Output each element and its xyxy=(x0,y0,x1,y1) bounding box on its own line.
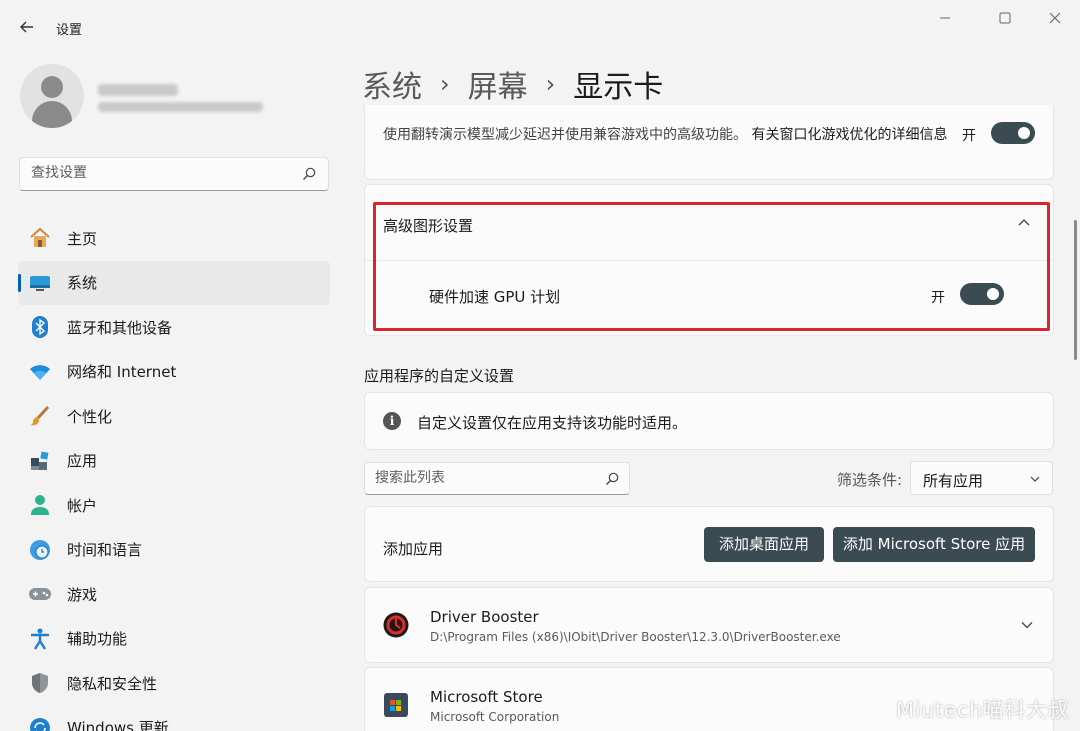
clock-globe-icon xyxy=(28,538,52,562)
sidebar-item-label: 个性化 xyxy=(67,407,113,426)
bluetooth-icon xyxy=(28,315,52,339)
back-button[interactable] xyxy=(14,14,40,40)
scrollbar[interactable] xyxy=(1074,220,1077,360)
breadcrumb-separator: › xyxy=(545,70,556,98)
maximize-button[interactable] xyxy=(990,10,1020,30)
info-icon: i xyxy=(383,412,401,430)
sidebar-item-bluetooth[interactable]: 蓝牙和其他设备 xyxy=(18,305,330,350)
windowed-game-optimization-card: 使用翻转演示模型减少延迟并使用兼容游戏中的高级功能。 有关窗口化游戏优化的详细信… xyxy=(364,105,1054,180)
app-list-search-input[interactable] xyxy=(375,470,595,486)
wifi-icon xyxy=(28,360,52,384)
avatar[interactable] xyxy=(20,64,84,128)
blurred-username xyxy=(98,84,178,96)
sidebar-item-label: 系统 xyxy=(67,274,98,293)
app-list-search[interactable] xyxy=(364,462,630,495)
breadcrumb-separator: › xyxy=(440,70,450,98)
gamepad-icon xyxy=(28,582,52,606)
sidebar-item-gaming[interactable]: 游戏 xyxy=(18,572,330,617)
watermark: Miutech喵科大叔 xyxy=(896,698,1069,722)
breadcrumb-item-display[interactable]: 屏幕 xyxy=(468,62,528,106)
title-bar: 设置 xyxy=(0,0,1080,50)
sidebar-nav: 主页 系统 蓝牙和其他设备 网络和 Internet 个性化 应用 帐户 时间和… xyxy=(18,216,330,731)
add-app-card: 添加应用 添加桌面应用 添加 Microsoft Store 应用 xyxy=(364,506,1054,582)
sidebar-item-personalization[interactable]: 个性化 xyxy=(18,394,330,439)
app-publisher: Microsoft Corporation xyxy=(430,710,560,724)
sidebar-item-apps[interactable]: 应用 xyxy=(18,439,330,484)
search-icon xyxy=(606,472,619,485)
sidebar-item-label: 蓝牙和其他设备 xyxy=(67,318,173,337)
optimization-learn-more-link[interactable]: 有关窗口化游戏优化的详细信息 xyxy=(751,127,947,143)
home-icon xyxy=(28,226,52,250)
sidebar-item-privacy[interactable]: 隐私和安全性 xyxy=(18,661,330,706)
optimization-toggle[interactable] xyxy=(991,122,1035,144)
add-store-app-button[interactable]: 添加 Microsoft Store 应用 xyxy=(833,527,1035,562)
breadcrumb: 系统 › 屏幕 › 显示卡 xyxy=(362,62,663,106)
sidebar-item-system[interactable]: 系统 xyxy=(18,260,330,305)
account-icon xyxy=(28,493,52,517)
sidebar-item-label: 帐户 xyxy=(67,496,98,515)
blurred-email xyxy=(98,102,263,112)
app-settings-title: 应用程序的自定义设置 xyxy=(364,367,515,385)
sidebar-item-label: 应用 xyxy=(67,452,98,471)
close-button[interactable] xyxy=(1040,10,1070,30)
brush-icon xyxy=(28,404,52,428)
shield-icon xyxy=(28,671,52,695)
info-text: 自定义设置仅在应用支持该功能时适用。 xyxy=(417,414,688,432)
breadcrumb-item-system[interactable]: 系统 xyxy=(362,62,422,106)
sidebar-item-home[interactable]: 主页 xyxy=(18,216,330,261)
app-name: Driver Booster xyxy=(430,608,539,626)
driver-booster-icon xyxy=(383,612,409,638)
page-title: 显示卡 xyxy=(573,70,664,105)
optimization-description-text: 使用翻转演示模型减少延迟并使用兼容游戏中的高级功能。 xyxy=(383,127,747,143)
system-icon xyxy=(28,271,52,295)
microsoft-store-icon xyxy=(383,692,409,718)
sidebar-item-accessibility[interactable]: 辅助功能 xyxy=(18,617,330,662)
filter-label: 筛选条件: xyxy=(837,471,903,489)
optimization-description: 使用翻转演示模型减少延迟并使用兼容游戏中的高级功能。 有关窗口化游戏优化的详细信… xyxy=(383,124,953,146)
info-banner: i 自定义设置仅在应用支持该功能时适用。 xyxy=(364,392,1054,450)
sidebar-item-label: 时间和语言 xyxy=(67,541,143,560)
accessibility-icon xyxy=(28,627,52,651)
sidebar-item-accounts[interactable]: 帐户 xyxy=(18,483,330,528)
sidebar-item-label: 游戏 xyxy=(67,585,98,604)
app-name: Microsoft Store xyxy=(430,688,543,706)
chevron-down-icon xyxy=(1030,476,1040,482)
sidebar-item-label: 主页 xyxy=(67,229,98,248)
search-icon xyxy=(303,167,316,180)
apps-icon xyxy=(28,449,52,473)
sidebar-item-windows-update[interactable]: Windows 更新 xyxy=(18,706,330,731)
filter-value: 所有应用 xyxy=(923,472,984,490)
update-icon xyxy=(28,716,52,731)
sidebar-item-label: 网络和 Internet xyxy=(67,363,177,382)
add-desktop-app-button[interactable]: 添加桌面应用 xyxy=(704,527,824,562)
minimize-icon xyxy=(940,17,950,19)
chevron-down-icon[interactable] xyxy=(1021,621,1033,629)
minimize-button[interactable] xyxy=(930,10,960,30)
add-app-label: 添加应用 xyxy=(383,540,444,558)
sidebar-item-label: Windows 更新 xyxy=(67,719,169,731)
app-list-item[interactable]: Driver Booster D:\Program Files (x86)\IO… xyxy=(364,587,1054,663)
filter-dropdown[interactable]: 所有应用 xyxy=(910,461,1053,495)
app-path: D:\Program Files (x86)\IObit\Driver Boos… xyxy=(430,630,841,644)
sidebar-item-label: 辅助功能 xyxy=(67,630,128,649)
optimization-toggle-label: 开 xyxy=(962,128,976,144)
maximize-icon xyxy=(999,12,1011,24)
settings-search-input[interactable] xyxy=(31,165,291,181)
red-highlight-box xyxy=(373,202,1050,331)
close-icon xyxy=(1049,12,1061,24)
app-title: 设置 xyxy=(56,23,83,38)
sidebar-item-label: 隐私和安全性 xyxy=(67,674,158,693)
arrow-left-icon xyxy=(20,21,33,33)
sidebar-item-time-language[interactable]: 时间和语言 xyxy=(18,528,330,573)
settings-search[interactable] xyxy=(19,157,329,191)
sidebar-item-network[interactable]: 网络和 Internet xyxy=(18,350,330,395)
